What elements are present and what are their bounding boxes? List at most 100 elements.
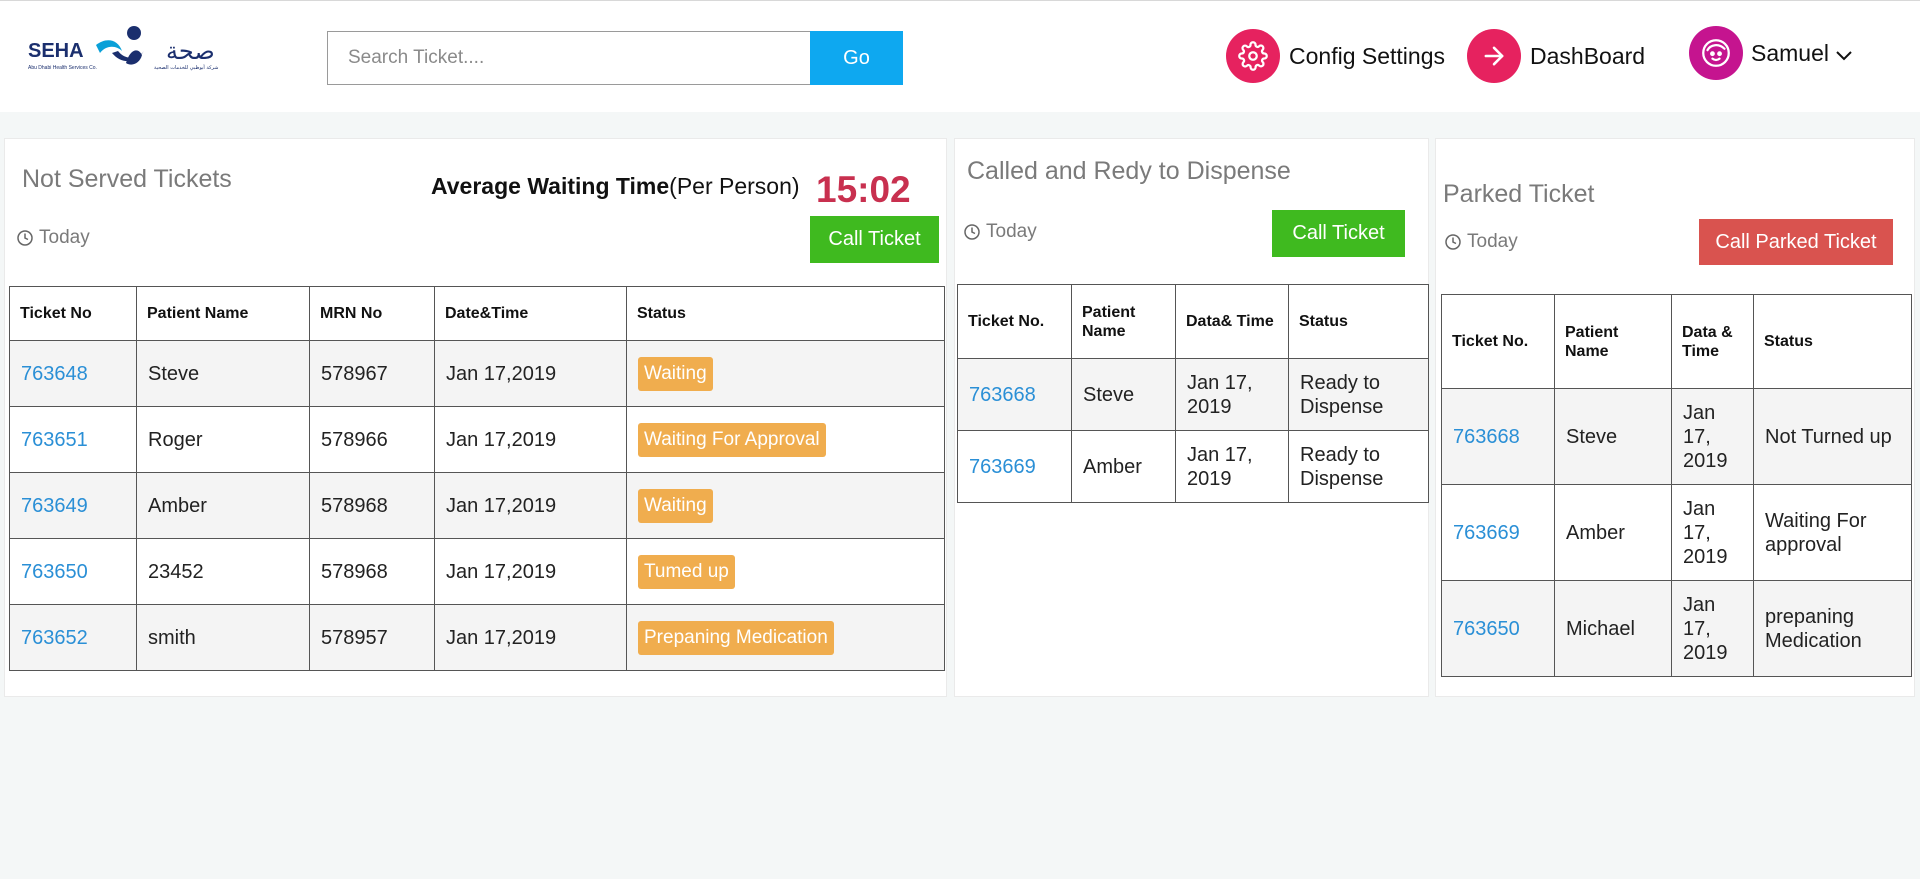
config-settings-link[interactable]: Config Settings [1226,29,1445,83]
table-row[interactable]: 763651 Roger 578966 Jan 17,2019 Waiting … [9,406,945,473]
gear-icon [1226,29,1280,83]
not-served-title: Not Served Tickets [22,165,232,193]
col-patient-name: Patient Name [1071,284,1176,359]
not-served-table: Ticket No Patient Name MRN No Date&Time … [9,286,945,671]
status-text: Ready to Dispense [1288,430,1429,503]
call-parked-ticket-button[interactable]: Call Parked Ticket [1699,219,1893,265]
table-row[interactable]: 763668 Steve Jan 17, 2019 Not Turned up [1441,388,1912,485]
call-ticket-button[interactable]: Call Ticket [1272,210,1405,257]
search-bar: Go [327,31,903,85]
status-badge: Waiting For Approval [638,422,826,457]
logo-sub-en: Abu Dhabi Health Services Co. [28,65,97,71]
today-indicator: Today [1444,231,1518,253]
date-time: Jan 17,2019 [434,604,627,671]
go-button[interactable]: Go [810,31,903,85]
date-time: Jan 17,2019 [434,472,627,539]
table-row[interactable]: 763648 Steve 578967 Jan 17,2019 Waiting [9,340,945,407]
avg-waiting-label: Average Waiting Time(Per Person) [431,173,800,200]
status-text: Not Turned up [1753,388,1912,485]
logo-sub-ar: شركة أبوظبي للخدمات الصحية [154,64,218,71]
table-row[interactable]: 763649 Amber 578968 Jan 17,2019 Waiting [9,472,945,539]
patient-name: Steve [1554,388,1672,485]
patient-name: smith [136,604,310,671]
date-time: Jan 17,2019 [434,538,627,605]
col-patient-name: Patient Name [1554,294,1672,389]
call-ticket-button[interactable]: Call Ticket [810,216,939,263]
ticket-link[interactable]: 763669 [1453,522,1520,544]
parked-table: Ticket No. Patient Name Data & Time Stat… [1441,294,1912,677]
col-patient-name: Patient Name [136,286,310,341]
parked-panel: Parked Ticket Today Call Parked Ticket T… [1435,138,1915,697]
ticket-link[interactable]: 763652 [21,627,88,649]
ticket-link[interactable]: 763650 [21,561,88,583]
date-time: Jan 17, 2019 [1175,358,1289,431]
called-title: Called and Redy to Dispense [967,157,1291,185]
patient-name: Amber [136,472,310,539]
table-row[interactable]: 763669 Amber Jan 17, 2019 Ready to Dispe… [957,430,1429,503]
avg-waiting-label-bold: Average Waiting Time [431,173,670,199]
ticket-link[interactable]: 763650 [1453,618,1520,640]
table-row[interactable]: 763652 smith 578957 Jan 17,2019 Prepanin… [9,604,945,671]
date-time: Jan 17,2019 [434,340,627,407]
dashboard-label: DashBoard [1530,42,1646,69]
status-badge: Tumed up [638,554,735,589]
status-text: prepaning Medication [1753,580,1912,677]
table-row[interactable]: 763650 23452 578968 Jan 17,2019 Tumed up [9,538,945,605]
ticket-link[interactable]: 763668 [969,384,1036,406]
mrn-no: 578966 [309,406,435,473]
logo-text-ar: صحة [166,37,215,65]
date-time: Jan 17,2019 [434,406,627,473]
date-time: Jan 17, 2019 [1671,580,1754,677]
table-row[interactable]: 763669 Amber Jan 17, 2019 Waiting For ap… [1441,484,1912,581]
called-panel: Called and Redy to Dispense Today Call T… [954,138,1429,697]
table-row[interactable]: 763650 Michael Jan 17, 2019 prepaning Me… [1441,580,1912,677]
patient-name: Steve [1071,358,1176,431]
clock-icon [964,224,980,240]
col-ticket-no: Ticket No. [957,284,1072,359]
col-ticket-no: Ticket No. [1441,294,1555,389]
mrn-no: 578968 [309,538,435,605]
date-time: Jan 17, 2019 [1671,484,1754,581]
date-time: Jan 17, 2019 [1671,388,1754,485]
col-status: Status [1288,284,1429,359]
avatar-icon [1689,26,1743,80]
table-row[interactable]: 763668 Steve Jan 17, 2019 Ready to Dispe… [957,358,1429,431]
seha-logo-icon: SEHA صحة Abu Dhabi Health Services Co. ش… [28,26,218,71]
clock-icon [17,230,33,246]
mrn-no: 578957 [309,604,435,671]
status-text: Ready to Dispense [1288,358,1429,431]
col-mrn-no: MRN No [309,286,435,341]
col-date-time: Date&Time [434,286,627,341]
today-label: Today [39,227,90,248]
clock-icon [1445,234,1461,250]
top-header: SEHA صحة Abu Dhabi Health Services Co. ش… [0,0,1920,112]
user-name: Samuel [1751,39,1829,66]
mrn-no: 578967 [309,340,435,407]
col-date-time: Data & Time [1671,294,1754,389]
parked-title: Parked Ticket [1443,180,1595,208]
search-input[interactable] [327,31,810,85]
patient-name: Amber [1554,484,1672,581]
patient-name: Roger [136,406,310,473]
config-settings-label: Config Settings [1289,42,1445,69]
logo-text-en: SEHA [28,40,84,62]
status-badge: Waiting [638,356,713,391]
status-badge: Prepaning Medication [638,620,834,655]
ticket-link[interactable]: 763668 [1453,426,1520,448]
seha-logo[interactable]: SEHA صحة Abu Dhabi Health Services Co. ش… [26,23,238,79]
user-menu[interactable]: Samuel [1689,26,1853,80]
col-date-time: Data& Time [1175,284,1289,359]
date-time: Jan 17, 2019 [1175,430,1289,503]
ticket-link[interactable]: 763649 [21,495,88,517]
not-served-panel: Not Served Tickets Average Waiting Time(… [4,138,947,697]
col-status: Status [626,286,945,341]
today-label: Today [986,221,1037,242]
chevron-down-icon [1836,51,1852,61]
ticket-link[interactable]: 763669 [969,456,1036,478]
ticket-link[interactable]: 763648 [21,363,88,385]
dashboard-link[interactable]: DashBoard [1467,29,1645,83]
col-ticket-no: Ticket No [9,286,137,341]
today-indicator: Today [963,221,1037,243]
patient-name: Amber [1071,430,1176,503]
ticket-link[interactable]: 763651 [21,429,88,451]
